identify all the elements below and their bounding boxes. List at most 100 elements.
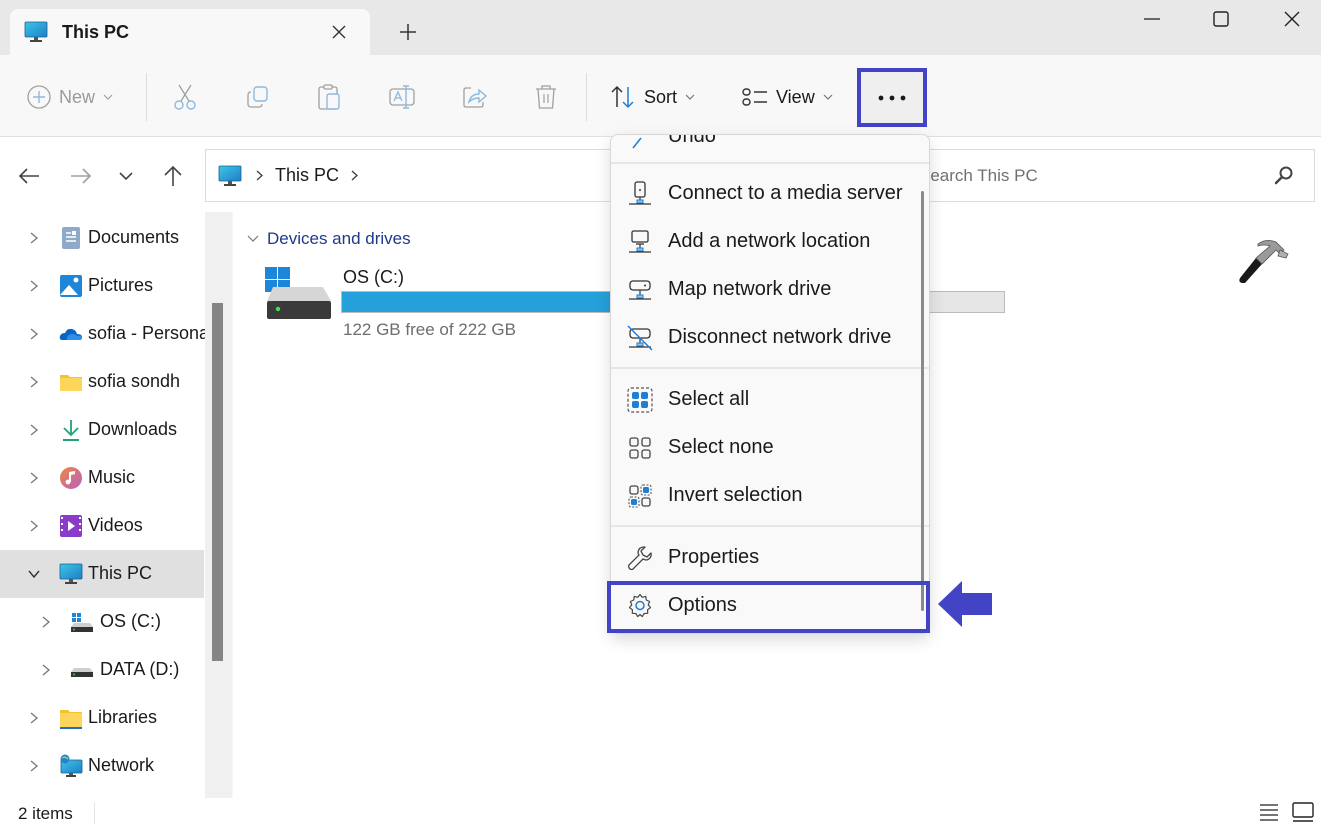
tiles-view-icon (1292, 802, 1314, 822)
chevron-down-icon (119, 171, 133, 180)
sidebar-item-this-pc[interactable]: This PC (0, 550, 204, 598)
sidebar-item-videos[interactable]: Videos (0, 502, 204, 550)
sidebar-label: Network (88, 755, 155, 775)
view-button[interactable]: View (742, 77, 833, 117)
sidebar-item-onedrive[interactable]: sofia - Persona (0, 310, 209, 358)
arrow-right-icon (71, 168, 92, 184)
arrow-left-annotation-icon (938, 581, 992, 627)
back-button[interactable] (15, 162, 43, 190)
view-icon (742, 88, 767, 106)
libraries-icon (60, 710, 82, 729)
sidebar-item-user-folder[interactable]: sofia sondh (0, 358, 204, 406)
menu-label: Connect to a media server (668, 182, 903, 204)
chevron-right-icon[interactable] (26, 278, 42, 294)
chevron-right-icon[interactable] (26, 374, 42, 390)
breadcrumb-this-pc[interactable]: This PC (275, 165, 339, 186)
delete-icon (536, 85, 556, 109)
pc-icon (59, 563, 83, 584)
cut-button[interactable] (172, 77, 198, 117)
minimize-button[interactable] (1117, 0, 1187, 38)
menu-label: Add a network location (668, 230, 871, 252)
search-icon[interactable] (1274, 165, 1294, 185)
menu-item-map-network-drive[interactable]: Map network drive (611, 266, 929, 312)
chevron-right-icon[interactable] (38, 662, 54, 678)
new-tab-button[interactable] (396, 20, 420, 44)
menu-item-connect-media-server[interactable]: Connect to a media server (611, 170, 929, 216)
sidebar-label: OS (C:) (100, 611, 161, 631)
chevron-right-icon[interactable] (26, 422, 42, 438)
title-bar: This PC (0, 0, 1321, 56)
chevron-down-icon (247, 235, 259, 242)
menu-item-select-none[interactable]: Select none (611, 424, 929, 470)
menu-label: Select all (668, 388, 750, 410)
sidebar-scrollbar-thumb[interactable] (212, 303, 223, 661)
network-location-icon (629, 230, 651, 253)
rename-button[interactable] (388, 77, 416, 117)
sidebar-label: DATA (D:) (100, 659, 180, 679)
see-more-menu: Undo Connect to a media server Add a net… (610, 134, 930, 634)
sidebar-item-downloads[interactable]: Downloads (0, 406, 204, 454)
forward-button[interactable] (67, 162, 95, 190)
sidebar-item-pictures[interactable]: Pictures (0, 262, 204, 310)
devices-group-header[interactable]: Devices and drives (247, 229, 411, 249)
menu-label: Invert selection (668, 484, 803, 506)
menu-item-properties[interactable]: Properties (611, 534, 929, 580)
chevron-right-icon[interactable] (38, 614, 54, 630)
drive-icon (71, 668, 93, 677)
maximize-button[interactable] (1186, 0, 1256, 38)
network-icon (60, 754, 83, 777)
menu-scrollbar[interactable] (921, 191, 924, 611)
new-label: New (59, 86, 96, 107)
sidebar-item-network[interactable]: Network (0, 742, 204, 790)
recent-locations-button[interactable] (112, 162, 140, 190)
more-icon (878, 95, 906, 100)
chevron-right-icon[interactable] (26, 710, 42, 726)
close-window-button[interactable] (1257, 0, 1321, 38)
sidebar-item-documents[interactable]: Documents (0, 214, 204, 262)
sidebar-label: Documents (88, 227, 180, 247)
share-button[interactable] (461, 77, 489, 117)
select-none-icon (629, 437, 651, 459)
close-tab-icon[interactable] (328, 21, 350, 43)
chevron-right-icon[interactable] (26, 518, 42, 534)
chevron-right-icon[interactable] (26, 470, 42, 486)
menu-divider (611, 162, 929, 164)
cut-icon (174, 84, 196, 110)
menu-label: Properties (668, 546, 760, 568)
rename-icon (389, 85, 415, 109)
address-bar[interactable]: This PC (205, 149, 625, 202)
chevron-right-icon (256, 170, 263, 181)
paste-button[interactable] (316, 77, 342, 117)
copy-button[interactable] (245, 77, 271, 117)
tiles-view-button[interactable] (1291, 801, 1315, 823)
sidebar-item-music[interactable]: Music (0, 454, 204, 502)
map-drive-icon (629, 280, 651, 300)
sidebar-item-libraries[interactable]: Libraries (0, 694, 204, 742)
sort-button[interactable]: Sort (610, 77, 695, 117)
menu-item-invert-selection[interactable]: Invert selection (611, 472, 929, 518)
select-all-icon (627, 387, 653, 413)
search-input[interactable]: Search This PC (900, 149, 1315, 202)
see-more-button[interactable] (857, 68, 927, 127)
chevron-right-icon[interactable] (26, 758, 42, 774)
menu-item-disconnect-network-drive[interactable]: Disconnect network drive (611, 314, 929, 360)
menu-item-add-network-location[interactable]: Add a network location (611, 218, 929, 264)
chevron-right-icon[interactable] (26, 230, 42, 246)
menu-divider (611, 525, 929, 527)
sidebar-item-os-c[interactable]: OS (C:) (0, 598, 204, 646)
menu-item-undo[interactable]: Undo (611, 135, 929, 159)
menu-item-select-all[interactable]: Select all (611, 376, 929, 422)
chevron-right-icon[interactable] (26, 326, 42, 342)
details-view-button[interactable] (1257, 801, 1281, 823)
chevron-down-icon[interactable] (26, 566, 42, 582)
sidebar-item-data-d[interactable]: DATA (D:) (0, 646, 204, 694)
new-button[interactable]: New (27, 77, 113, 117)
pc-icon (218, 165, 242, 186)
status-divider (94, 802, 95, 824)
tab-this-pc[interactable]: This PC (10, 9, 370, 56)
share-icon (463, 87, 488, 108)
delete-button[interactable] (534, 77, 558, 117)
drive-name: OS (C:) (343, 267, 404, 287)
chevron-right-icon[interactable] (351, 170, 359, 181)
up-button[interactable] (159, 162, 187, 190)
